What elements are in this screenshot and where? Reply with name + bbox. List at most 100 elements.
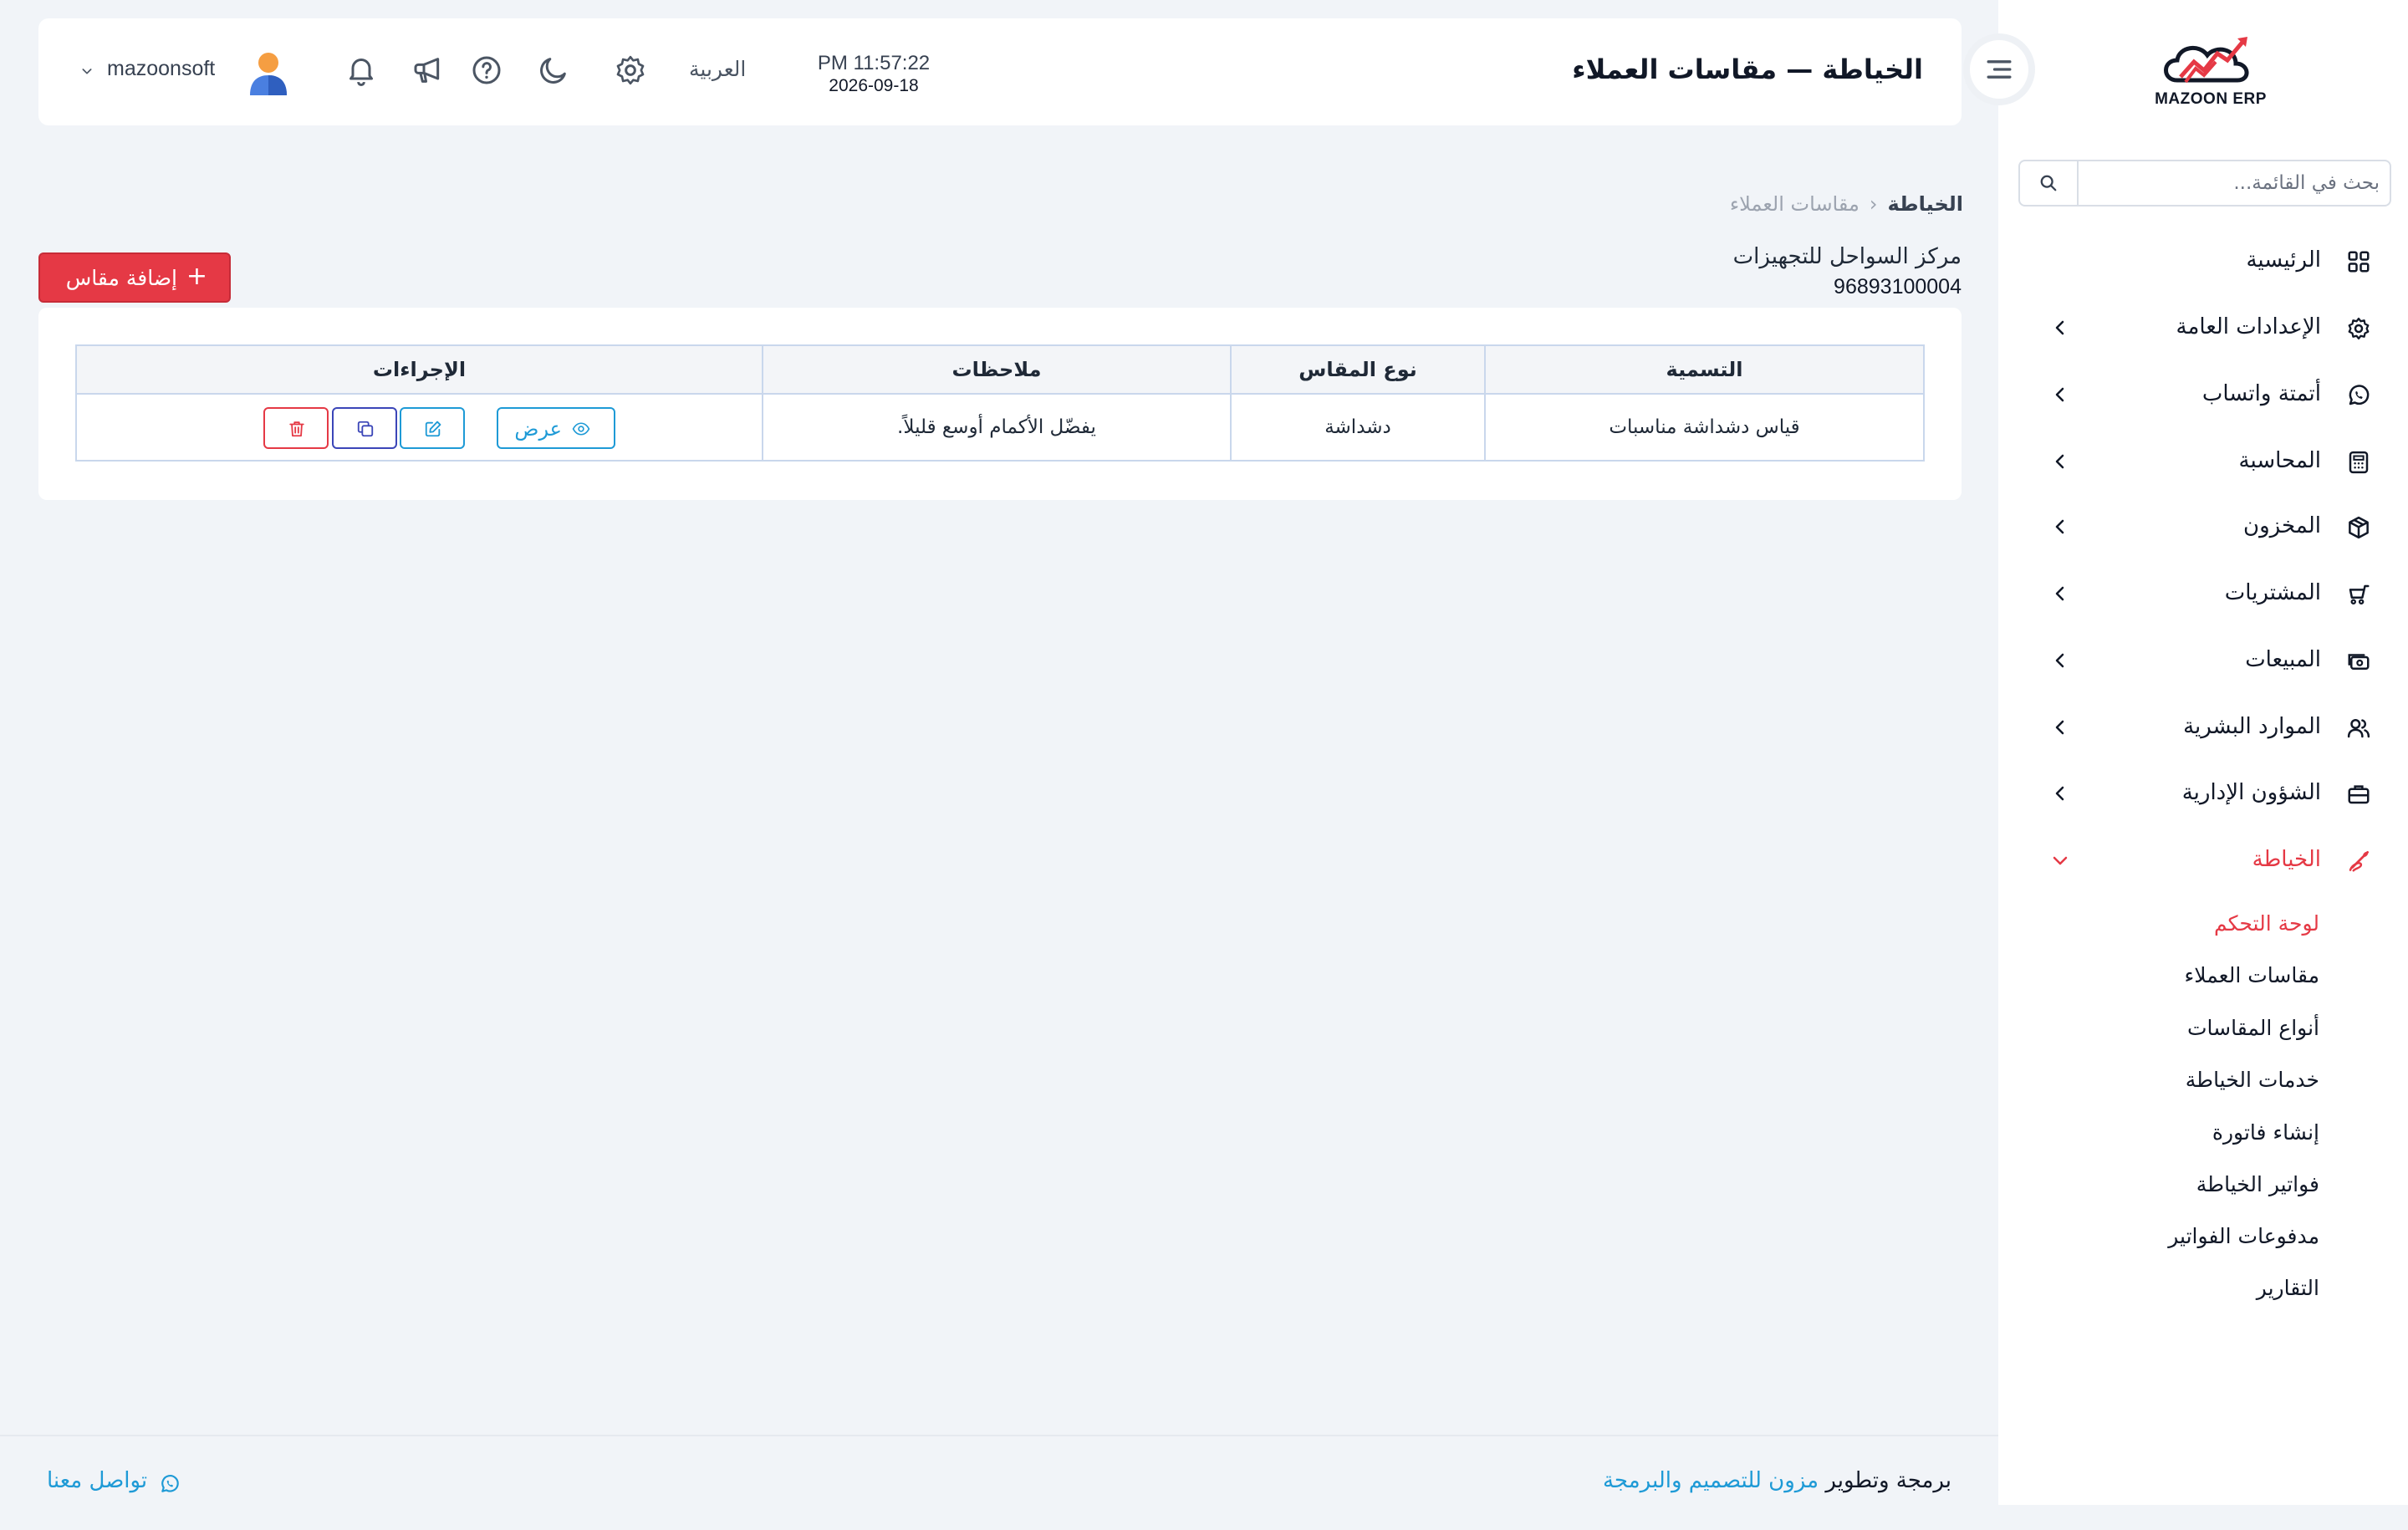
whatsapp-icon[interactable]	[159, 1473, 181, 1495]
copy-icon	[357, 421, 374, 437]
bell-icon[interactable]	[344, 54, 378, 87]
column-header-actions: الإجراءات	[75, 344, 763, 395]
column-header-type[interactable]: نوع المقاس	[1230, 344, 1486, 395]
sidebar-item-inventory[interactable]: المخزون	[1998, 502, 2408, 552]
sidebar-item-accounting[interactable]: المحاسبة	[1998, 436, 2408, 487]
eye-icon	[572, 422, 590, 436]
submenu-item-tailoring-services[interactable]: خدمات الخياطة	[2186, 1068, 2319, 1092]
sidebar-item-tailoring[interactable]: الخياطة	[1998, 835, 2408, 885]
submenu-item-reports[interactable]: التقارير	[2257, 1276, 2319, 1300]
logo-text: MAZOON ERP	[2155, 90, 2267, 108]
sidebar: MAZOON ERP الرئيسية	[1998, 0, 2408, 1505]
box-icon	[2349, 516, 2369, 539]
cart-icon	[2349, 584, 2370, 604]
footer-credit-link[interactable]: مزون للتصميم والبرمجة	[1603, 1468, 1819, 1493]
breadcrumb: الخياطة ‹ مقاسات العملاء	[1730, 192, 1963, 216]
sidebar-item-label: المشتريات	[2224, 580, 2321, 605]
company-name: مركز السواحل للتجهيزات	[1732, 244, 1962, 269]
submenu-item-create-invoice[interactable]: إنشاء فاتورة	[2212, 1120, 2319, 1145]
footer-divider	[0, 1435, 1998, 1436]
top-bar: الخياطة — مقاسات العملاء PM 11:57:22 202…	[38, 18, 1962, 125]
edit-icon	[425, 421, 441, 437]
sidebar-item-home[interactable]: الرئيسية	[1998, 236, 2408, 286]
logo[interactable]: MAZOON ERP	[2152, 32, 2269, 115]
submenu-item-invoice-payments[interactable]: مدفوعات الفواتير	[2168, 1224, 2319, 1248]
duplicate-button[interactable]	[332, 407, 397, 449]
search-icon	[2040, 175, 2057, 191]
chevron-down-icon	[2053, 856, 2068, 865]
delete-button[interactable]	[263, 407, 329, 449]
gear-icon[interactable]	[614, 54, 647, 87]
column-header-notes[interactable]: ملاحظات	[762, 344, 1232, 395]
cell-notes: يفضّل الأكمام أوسع قليلاً.	[762, 393, 1232, 462]
calculator-icon	[2349, 451, 2369, 474]
users-icon	[2347, 718, 2370, 738]
language-switcher[interactable]: العربية	[689, 57, 746, 81]
submenu-item-tailoring-invoices[interactable]: فواتير الخياطة	[2196, 1172, 2319, 1196]
chevron-left-icon	[2055, 586, 2064, 601]
sidebar-toggle-button[interactable]	[1963, 33, 2035, 105]
clock-time: PM 11:57:22	[817, 52, 931, 74]
column-header-name[interactable]: التسمية	[1484, 344, 1925, 395]
user-name[interactable]: mazoonsoft	[107, 57, 215, 81]
sidebar-item-sales[interactable]: المبيعات	[1998, 635, 2408, 686]
sidebar-item-label: المبيعات	[2245, 647, 2321, 672]
measurements-card: التسمية نوع المقاس ملاحظات الإجراءات قيا…	[38, 308, 1962, 500]
cell-actions: عرض	[75, 393, 763, 462]
contact-us-link[interactable]: تواصل معنا	[47, 1468, 147, 1493]
clock: PM 11:57:22 2026-09-18	[794, 52, 953, 96]
submenu-item-measurement-types[interactable]: أنواع المقاسات	[2187, 1016, 2319, 1040]
row-actions: عرض	[78, 395, 761, 459]
plus-icon: +	[186, 262, 207, 291]
chevron-left-icon	[2055, 653, 2064, 668]
chevron-left-icon	[2055, 519, 2064, 534]
whatsapp-icon	[2349, 385, 2370, 405]
add-measurement-button[interactable]: + إضافة مقاس	[38, 252, 231, 303]
sidebar-item-general-settings[interactable]: الإعدادات العامة	[1998, 303, 2408, 353]
add-measurement-label: إضافة مقاس	[65, 266, 177, 290]
sidebar-search	[2018, 160, 2391, 207]
table-row: قياس دشداشة مناسبات دشداشة يفضّل الأكمام…	[75, 393, 1925, 462]
trash-icon	[289, 421, 304, 437]
page-title: الخياطة — مقاسات العملاء	[1572, 54, 1923, 85]
cash-icon	[2348, 654, 2370, 670]
sidebar-item-label: أتمتة واتساب	[2201, 381, 2321, 406]
sidebar-search-button[interactable]	[2020, 161, 2079, 205]
view-button[interactable]: عرض	[497, 407, 615, 449]
sidebar-search-input[interactable]	[2079, 161, 2380, 205]
measurements-table: التسمية نوع المقاس ملاحظات الإجراءات قيا…	[75, 344, 1925, 462]
edit-button[interactable]	[400, 407, 465, 449]
submenu-item-dashboard[interactable]: لوحة التحكم	[2214, 911, 2319, 936]
sidebar-item-purchases[interactable]: المشتريات	[1998, 569, 2408, 619]
sidebar-item-hr[interactable]: الموارد البشرية	[1998, 702, 2408, 752]
clock-date: 2026-09-18	[829, 76, 919, 95]
megaphone-icon[interactable]	[411, 54, 445, 87]
table-header-row: التسمية نوع المقاس ملاحظات الإجراءات	[75, 344, 1925, 395]
breadcrumb-root[interactable]: الخياطة	[1887, 192, 1963, 216]
chevron-down-icon[interactable]	[80, 64, 94, 78]
briefcase-icon	[2348, 785, 2370, 804]
gear-icon	[2348, 318, 2370, 339]
chevron-left-icon	[2055, 454, 2064, 469]
view-label: عرض	[514, 417, 562, 441]
sidebar-item-label: المحاسبة	[2238, 448, 2321, 473]
sidebar-item-label: الخياطة	[2252, 847, 2321, 872]
menu-icon	[1987, 60, 2012, 79]
sidebar-item-whatsapp-automation[interactable]: أتمتة واتساب	[1998, 370, 2408, 420]
footer-credit-prefix: برمجة وتطوير	[1825, 1468, 1951, 1493]
submenu-item-customer-measurements[interactable]: مقاسات العملاء	[2185, 963, 2319, 987]
chevron-left-icon	[2055, 320, 2064, 335]
cell-type: دشداشة	[1230, 393, 1486, 462]
sidebar-item-label: المخزون	[2243, 513, 2321, 538]
avatar[interactable]	[247, 50, 289, 95]
company-phone: 96893100004	[1834, 275, 1962, 298]
needle-icon	[2349, 851, 2369, 872]
sidebar-item-label: الموارد البشرية	[2183, 714, 2321, 739]
sidebar-item-label: الإعدادات العامة	[2176, 314, 2321, 339]
sidebar-item-label: الرئيسية	[2246, 247, 2321, 273]
grid-icon	[2348, 251, 2370, 273]
sidebar-item-administration[interactable]: الشؤون الإدارية	[1998, 768, 2408, 819]
help-icon[interactable]	[470, 54, 503, 87]
moon-icon[interactable]	[537, 54, 570, 87]
chevron-left-icon	[2055, 720, 2064, 735]
